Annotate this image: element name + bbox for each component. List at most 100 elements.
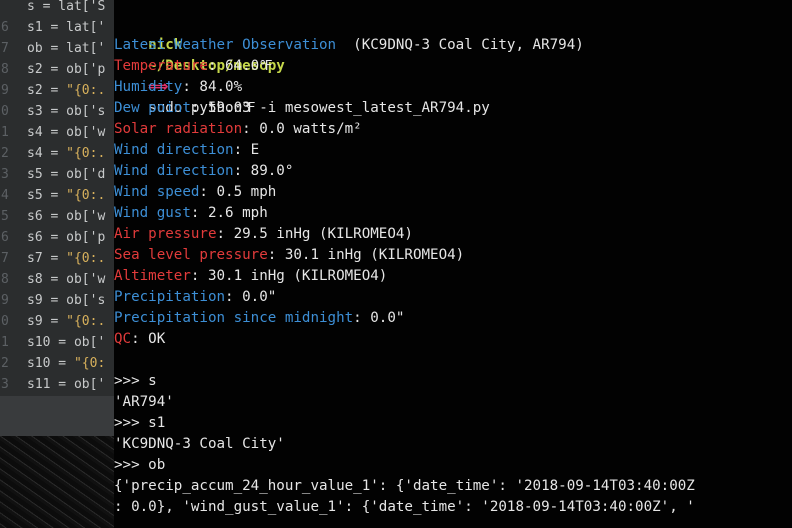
observation-value: : 0.0 watts/m² (242, 121, 362, 137)
code-string: "{0:. (66, 188, 106, 203)
prompt-line: nick ~/Desktop/mesopy ⟹ sudo python3 -i … (114, 14, 490, 116)
code-text: s = lat['S (27, 0, 105, 17)
observation-label: Dew point (114, 100, 191, 116)
code-text: s5 = "{0:. (27, 185, 105, 206)
observation-line: Altimeter: 30.1 inHg (KILROMEO4) (114, 266, 387, 287)
code-text: s7 = "{0:. (27, 248, 105, 269)
line-number: 0 (1, 314, 9, 329)
code-fragment: s6 = ob['p (27, 230, 106, 245)
observation-line: Precipitation since midnight: 0.0" (114, 308, 404, 329)
observation-value: : 64.0℉ (207, 58, 273, 74)
observation-label: Wind direction (114, 142, 234, 158)
observation-label: Sea level pressure (114, 247, 268, 263)
code-text: s2 = "{0:. (27, 80, 105, 101)
code-fragment: s5 = ob['d (27, 167, 106, 182)
observation-label: Solar radiation (114, 121, 243, 137)
line-number: 9 (1, 83, 9, 98)
code-fragment: ob = lat[' (27, 41, 106, 56)
line-number: 2 (1, 146, 9, 161)
observation-line: Dew point: 59.0℉ (114, 98, 256, 119)
observation-label: Wind direction (114, 163, 234, 179)
observation-value: : 0.0" (353, 310, 405, 326)
code-text: s8 = ob['w (27, 269, 105, 290)
terminal-window[interactable]: nick ~/Desktop/mesopy ⟹ sudo python3 -i … (114, 0, 792, 528)
code-text: s3 = ob['s (27, 101, 105, 122)
observation-label: Humidity (114, 79, 183, 95)
line-number: 6 (1, 230, 9, 245)
observation-line: QC: OK (114, 329, 165, 350)
line-number: 5 (1, 209, 9, 224)
observation-value: : 2.6 mph (190, 205, 268, 221)
code-fragment: s = lat['S (27, 0, 106, 14)
code-text: s5 = ob['d (27, 164, 105, 185)
repl-line: 'AR794' (114, 394, 174, 410)
code-fragment: s5 = (27, 188, 67, 203)
repl-line: >>> s (114, 373, 157, 389)
code-fragment: s2 = ob['p (27, 62, 106, 77)
repl-line: >>> ob (114, 457, 166, 473)
code-fragment: s6 = ob['w (27, 209, 106, 224)
code-text: s10 = "{0: (27, 353, 105, 374)
line-number: 1 (1, 125, 9, 140)
code-fragment: s8 = ob['w (27, 272, 106, 287)
code-string: "{0:. (66, 251, 106, 266)
observation-label: Air pressure (114, 226, 217, 242)
observation-value: : 89.0° (233, 163, 294, 179)
code-string: "{0:. (66, 314, 106, 329)
line-number: 9 (1, 293, 9, 308)
line-number: 6 (1, 20, 9, 35)
repl-line: 'KC9DNQ-3 Coal City' (114, 436, 285, 452)
observation-value: : 59.0℉ (190, 100, 256, 116)
observation-label: QC (114, 331, 132, 347)
code-fragment: s10 = (27, 356, 74, 371)
observation-label: Precipitation (114, 289, 226, 305)
repl-line: : 0.0}, 'wind_gust_value_1': {'date_time… (114, 499, 695, 515)
code-string: "{0:. (66, 83, 106, 98)
code-fragment: s1 = lat[' (27, 20, 106, 35)
observation-value: : OK (131, 331, 166, 347)
observation-label: Precipitation since midnight (114, 310, 354, 326)
observation-line: Wind speed: 0.5 mph (114, 182, 276, 203)
code-fragment: s9 = (27, 314, 67, 329)
observation-line: Wind gust: 2.6 mph (114, 203, 268, 224)
observation-line: Precipitation: 0.0" (114, 287, 276, 308)
code-fragment: s9 = ob['s (27, 293, 106, 308)
observation-value: : 0.5 mph (199, 184, 277, 200)
code-fragment: s4 = ob['w (27, 125, 106, 140)
code-fragment: s7 = (27, 251, 67, 266)
line-number: 8 (1, 272, 9, 287)
code-fragment: s11 = ob[' (27, 377, 106, 392)
code-text: s10 = ob[' (27, 332, 105, 353)
code-text: s11 = ob[' (27, 374, 105, 395)
observation-value: : E (233, 142, 260, 158)
line-number: 3 (1, 167, 9, 182)
code-text: s2 = ob['p (27, 59, 105, 80)
repl-line: >>> s1 (114, 415, 166, 431)
code-fragment: s3 = ob['s (27, 104, 106, 119)
line-number: 8 (1, 62, 9, 77)
observation-value: : 30.1 inHg (KILROMEO4) (190, 268, 388, 284)
code-string: "{0:. (66, 146, 106, 161)
observation-value: : 29.5 inHg (KILROMEO4) (216, 226, 413, 242)
code-text: s6 = ob['p (27, 227, 105, 248)
code-text: s6 = ob['w (27, 206, 105, 227)
output-header: Latest Weather Observation (KC9DNQ-3 Coa… (114, 35, 584, 56)
line-number: 0 (1, 104, 9, 119)
line-number: 7 (1, 41, 9, 56)
observation-label: Altimeter (114, 268, 191, 284)
observation-line: Humidity: 84.0% (114, 77, 242, 98)
code-text: ob = lat[' (27, 38, 105, 59)
code-fragment: s2 = (27, 83, 67, 98)
line-number: 4 (1, 188, 9, 203)
code-text: s9 = ob['s (27, 290, 105, 311)
observation-line: Wind direction: 89.0° (114, 161, 293, 182)
editor-empty-area (0, 396, 114, 436)
code-text: s1 = lat[' (27, 17, 105, 38)
observation-line: Temperature: 64.0℉ (114, 56, 273, 77)
code-text: s9 = "{0:. (27, 311, 105, 332)
code-text: s4 = ob['w (27, 122, 105, 143)
code-string: "{0: (73, 356, 106, 371)
observation-line: Wind direction: E (114, 140, 259, 161)
observation-line: Solar radiation: 0.0 watts/m² (114, 119, 362, 140)
observation-line: Sea level pressure: 30.1 inHg (KILROMEO4… (114, 245, 464, 266)
